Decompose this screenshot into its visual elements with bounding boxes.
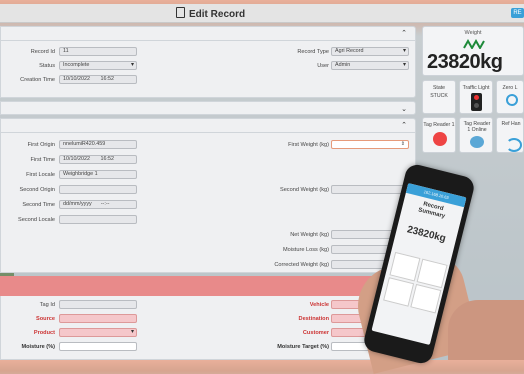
hand-image [448,300,524,360]
record-id-field[interactable]: 11 [59,47,137,56]
phone-weight: 23820kg [405,224,447,245]
first-weight-label: First Weight (kg) [288,142,329,148]
refresh-icon[interactable] [506,138,522,152]
first-locale-label: First Locale [26,172,55,178]
status-dashboard: Weight 23820kg State STUCK Traffic Light… [419,26,524,156]
moisture-loss-label: Moisture Loss (kg) [282,247,329,253]
destination-label: Destination [298,316,329,322]
transport-panel: Tag Id Source Product Moisture (%) Vehic… [0,296,416,360]
record-id-label: Record Id [30,49,55,55]
moisture-field[interactable] [59,342,137,351]
tag-reader-icon [433,132,447,146]
zero-label: Zero L [502,85,518,91]
status-select[interactable]: Incomplete [59,61,137,70]
panel-header: ⌃ [1,27,415,41]
user-select[interactable]: Admin [331,61,409,70]
second-origin-field[interactable] [59,185,137,194]
chevron-up-icon[interactable]: ⌃ [401,121,407,129]
second-clock-placeholder: --:-- [100,201,110,207]
record-info-panel: ⌃ Record Id 11 Status Incomplete Creatio… [0,26,416,98]
ref-label: Ref Han [501,121,521,127]
tag-reader-online-label: Tag Reader 1 Online [463,121,491,133]
source-label: Source [36,316,55,322]
phone-card [389,251,421,282]
collapsed-panel: ⌄ [0,101,416,115]
creation-clock: 16:52 [100,76,114,82]
customer-label: Customer [302,330,329,336]
ref-card: Ref Han [496,117,524,153]
creation-time-field[interactable]: 10/10/2022 16:52 [59,75,137,84]
page-title: Edit Record [176,7,245,20]
phone-card [410,283,442,314]
first-date: 10/10/2022 [63,156,90,162]
page-title-text: Edit Record [189,9,246,20]
state-label: State [432,85,446,91]
product-label: Product [33,330,55,336]
net-weight-label: Net Weight (kg) [290,232,329,238]
vehicle-label: Vehicle [309,302,329,308]
first-origin-label: First Origin [27,142,55,148]
status-label: Status [39,63,55,69]
weight-label: Weight [464,30,482,36]
traffic-light-icon [471,93,482,111]
creation-date: 10/10/2022 [63,76,90,82]
record-type-select[interactable]: Agri Record [331,47,409,56]
first-clock: 16:52 [100,156,114,162]
weight-card: Weight 23820kg [422,26,524,76]
weight-value: 23820kg [427,51,503,73]
tag-online-icon [470,136,484,148]
phone-card [383,277,415,307]
chevron-down-icon[interactable]: ⌄ [401,105,407,113]
first-time-label: First Time [30,157,55,163]
corrected-weight-label: Corrected Weight (kg) [274,262,329,268]
header-bar: Edit Record RE [0,4,524,23]
second-date-placeholder: dd/mm/yyyy [63,201,92,207]
source-field[interactable] [59,314,137,323]
moisture-target-label: Moisture Target (%) [277,344,329,350]
panel-header: ⌃ [1,119,415,133]
first-time-field[interactable]: 10/10/2022 16:52 [59,155,137,164]
alert-header-bar [0,276,416,296]
first-origin-field[interactable]: nnelumiR420.459 [59,140,137,149]
moisture-label: Moisture (%) [21,344,55,350]
state-value: STUCK [430,93,448,99]
traffic-light-label: Traffic Light [462,85,490,91]
record-form: ⌃ Record Id 11 Status Incomplete Creatio… [0,26,416,360]
zero-card: Zero L [496,80,524,114]
chevron-up-icon[interactable]: ⌃ [401,29,407,37]
tag-id-field[interactable] [59,300,137,309]
tag-reader-card: Tag Reader 1 [422,117,456,153]
second-weight-label: Second Weight (kg) [279,187,329,193]
traffic-light-card: Traffic Light [459,80,493,114]
tag-reader-online-card: Tag Reader 1 Online [459,117,493,153]
stepper-icon[interactable]: ⇕ [401,141,405,148]
second-time-label: Second Time [22,202,55,208]
state-card: State STUCK [422,80,456,114]
first-weight-input[interactable]: ⇕ [331,140,409,149]
creation-time-label: Creation Time [20,77,55,83]
logo-icon [463,39,485,49]
first-locale-field[interactable]: Weighbridge 1 [59,170,137,179]
product-select[interactable] [59,328,137,337]
phone-card [416,258,448,289]
record-type-label: Record Type [297,49,329,55]
second-origin-label: Second Origin [19,187,55,193]
top-right-button[interactable]: RE [511,8,524,18]
second-weight-field[interactable] [331,185,409,194]
second-locale-field[interactable] [59,215,137,224]
second-locale-label: Second Locale [17,217,55,223]
user-label: User [317,63,329,69]
tag-reader-label: Tag Reader 1 [423,122,455,128]
document-icon [176,7,185,18]
tag-id-label: Tag Id [39,302,55,308]
second-time-field[interactable]: dd/mm/yyyy --:-- [59,200,137,209]
zero-icon [506,94,518,106]
weights-panel: ⌃ First Origin nnelumiR420.459 First Tim… [0,118,416,273]
